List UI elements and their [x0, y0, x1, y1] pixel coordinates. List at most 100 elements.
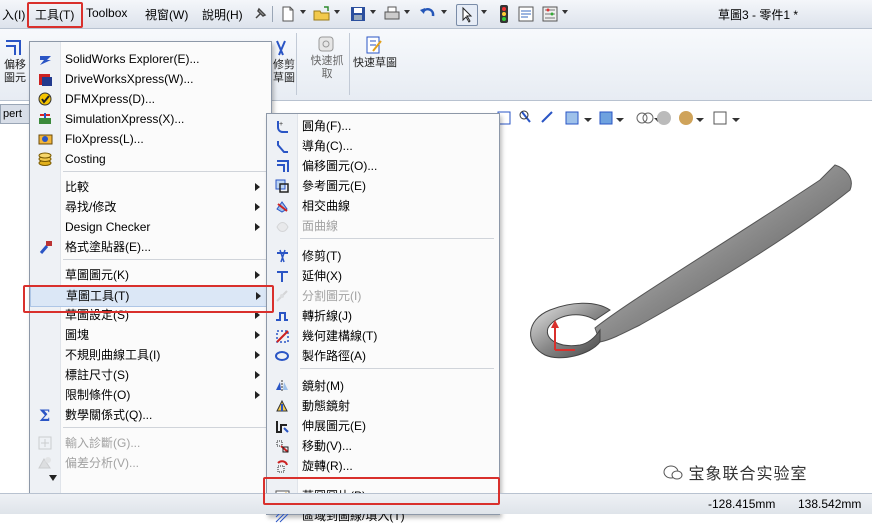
sketch-tools-item[interactable]: 移動(V)... — [267, 436, 497, 456]
sketch-tools-item[interactable]: 動態鏡射 — [267, 396, 497, 416]
new-document-icon[interactable] — [278, 4, 298, 24]
tools-menu-item[interactable]: SolidWorks Explorer(E)... — [30, 49, 269, 69]
sketch-tools-item-label: 轉折線(J) — [302, 309, 352, 323]
sketch-tools-item-label: 伸展圖元(E) — [302, 419, 366, 433]
options-icon[interactable] — [540, 4, 560, 24]
tools-menu-item[interactable]: 圖塊 — [30, 325, 269, 345]
tools-menu-item-label: Design Checker — [65, 220, 151, 234]
tools-menu-item[interactable]: 草圖圖元(K) — [30, 265, 269, 285]
sketch-tools-item-label: 相交曲線 — [302, 199, 351, 213]
svg-text:Σ: Σ — [39, 408, 50, 422]
trim-button[interactable]: 修剪草圖 — [271, 37, 297, 95]
make-path-icon — [275, 349, 290, 363]
tools-menu-item-label: DFMXpress(D)... — [65, 92, 155, 106]
tools-menu-item: 輸入診斷(G)... — [30, 433, 269, 453]
sketch-tools-item[interactable]: 相交曲線 — [267, 196, 497, 216]
tools-menu-item[interactable]: DFMXpress(D)... — [30, 89, 269, 109]
sketch-tools-item[interactable]: 參考圖元(E) — [267, 176, 497, 196]
menu-toolbox[interactable]: Toolbox — [86, 6, 127, 20]
select-cursor-icon[interactable] — [456, 4, 478, 26]
offset-entities-label: 偏移圖元 — [4, 59, 26, 84]
move-icon — [275, 439, 290, 453]
menu-window[interactable]: 視窗(W) — [145, 6, 188, 23]
submenu-arrow-icon — [255, 183, 260, 191]
sketch-tools-item[interactable]: 偏移圖元(O)... — [267, 156, 497, 176]
sketch-tools-item[interactable]: 延伸(X) — [267, 266, 497, 286]
watermark: 宝象联合实验室 — [663, 460, 807, 484]
tools-menu-item-label: 比較 — [65, 180, 90, 194]
sketch-tools-item[interactable]: 鏡射(M) — [267, 376, 497, 396]
jog-line-icon — [275, 309, 290, 323]
offset-icon — [275, 159, 290, 173]
sketch-tools-item[interactable]: 伸展圖元(E) — [267, 416, 497, 436]
convert-entities-icon — [275, 179, 290, 193]
tools-menu-item-label: 格式塗貼器(E)... — [65, 240, 151, 254]
submenu-arrow-icon — [255, 223, 260, 231]
mirror-icon — [275, 379, 290, 393]
tools-menu-item[interactable]: FloXpress(L)... — [30, 129, 269, 149]
tools-menu-highlight — [27, 2, 83, 28]
view-settings-icon — [713, 111, 727, 125]
tools-menu-item-label: FloXpress(L)... — [65, 132, 144, 146]
menu-insert[interactable]: 入(I) — [2, 6, 25, 23]
dynamic-mirror-icon — [275, 399, 290, 413]
svg-text:+: + — [279, 121, 283, 128]
submenu-arrow-icon — [255, 391, 260, 399]
menu-help[interactable]: 說明(H) — [202, 6, 243, 23]
tools-menu-item-label: 草圖圖元(K) — [65, 268, 129, 282]
section-view-icon — [565, 111, 579, 125]
sketch-tools-item[interactable]: 旋轉(R)... — [267, 456, 497, 476]
trim-label: 修剪草圖 — [273, 59, 295, 84]
print-icon[interactable] — [382, 4, 402, 24]
tools-menu-item[interactable]: DriveWorksXpress(W)... — [30, 69, 269, 89]
tools-menu-item[interactable]: 限制條件(O) — [30, 385, 269, 405]
pin-icon[interactable] — [250, 4, 270, 24]
previous-view-icon — [541, 111, 553, 123]
dfmxpress-icon — [38, 92, 53, 106]
face-curves-icon — [275, 219, 290, 233]
rotate-icon — [275, 459, 290, 473]
rapid-sketch-button[interactable]: 快速草圖 — [353, 35, 397, 95]
sketch-tools-item[interactable]: 製作路徑(A) — [267, 346, 497, 366]
rebuild-traffic-light-icon[interactable] — [494, 4, 514, 24]
tools-menu-item[interactable]: Design Checker — [30, 217, 269, 237]
sketch-tools-item-label: 鏡射(M) — [302, 379, 344, 393]
menu-scroll-down-icon[interactable] — [49, 475, 57, 481]
tools-menu-item: 偏差分析(V)... — [30, 453, 269, 473]
quick-snaps-button[interactable]: 快速抓取 — [307, 35, 347, 95]
sketch-tools-item: 面曲線 — [267, 216, 497, 236]
tools-menu-item[interactable]: 不規則曲線工具(I) — [30, 345, 269, 365]
undo-icon[interactable] — [418, 4, 438, 24]
tools-menu-item[interactable]: Costing — [30, 149, 269, 169]
sketch-tools-item[interactable]: 修剪(T) — [267, 246, 497, 266]
sketch-tools-item-label: 導角(C)... — [302, 139, 353, 153]
tools-menu-item-label: 輸入診斷(G)... — [65, 436, 141, 450]
chamfer-icon — [275, 139, 290, 153]
tools-menu-item-label: 偏差分析(V)... — [65, 456, 139, 470]
save-icon[interactable] — [348, 4, 368, 24]
sketch-tools-item-label: 幾何建構線(T) — [302, 329, 378, 343]
tools-menu-item[interactable]: 比較 — [30, 177, 269, 197]
format-painter-icon — [38, 240, 53, 254]
driveworks-icon — [38, 72, 53, 86]
open-folder-icon[interactable] — [312, 4, 332, 24]
menu-separator — [63, 259, 266, 260]
tools-menu-item[interactable]: SimulationXpress(X)... — [30, 109, 269, 129]
tools-menu-item[interactable]: 格式塗貼器(E)... — [30, 237, 269, 257]
sketch-tools-item[interactable]: 導角(C)... — [267, 136, 497, 156]
fillet-icon: + — [275, 119, 290, 133]
sketch-tools-item-label: 移動(V)... — [302, 439, 352, 453]
appearance-sphere-icon — [657, 111, 671, 125]
offset-entities-button[interactable]: 偏移圖元 — [2, 37, 28, 95]
sketch-tools-item-label: 參考圖元(E) — [302, 179, 366, 193]
tools-menu-item[interactable]: 尋找/修改 — [30, 197, 269, 217]
tools-menu-item[interactable]: Σ 數學關係式(Q)... — [30, 405, 269, 425]
sketch-tools-item[interactable]: 轉折線(J) — [267, 306, 497, 326]
sketch-tools-item-label: 製作路徑(A) — [302, 349, 366, 363]
file-properties-icon[interactable] — [516, 4, 536, 24]
sketch-tools-item[interactable]: 幾何建構線(T) — [267, 326, 497, 346]
feature-tree-tab[interactable]: pert — [0, 104, 32, 124]
tools-menu-item-label: SolidWorks Explorer(E)... — [65, 52, 200, 66]
tools-menu-item[interactable]: 標註尺寸(S) — [30, 365, 269, 385]
sketch-tools-item[interactable]: + 圓角(F)... — [267, 116, 497, 136]
